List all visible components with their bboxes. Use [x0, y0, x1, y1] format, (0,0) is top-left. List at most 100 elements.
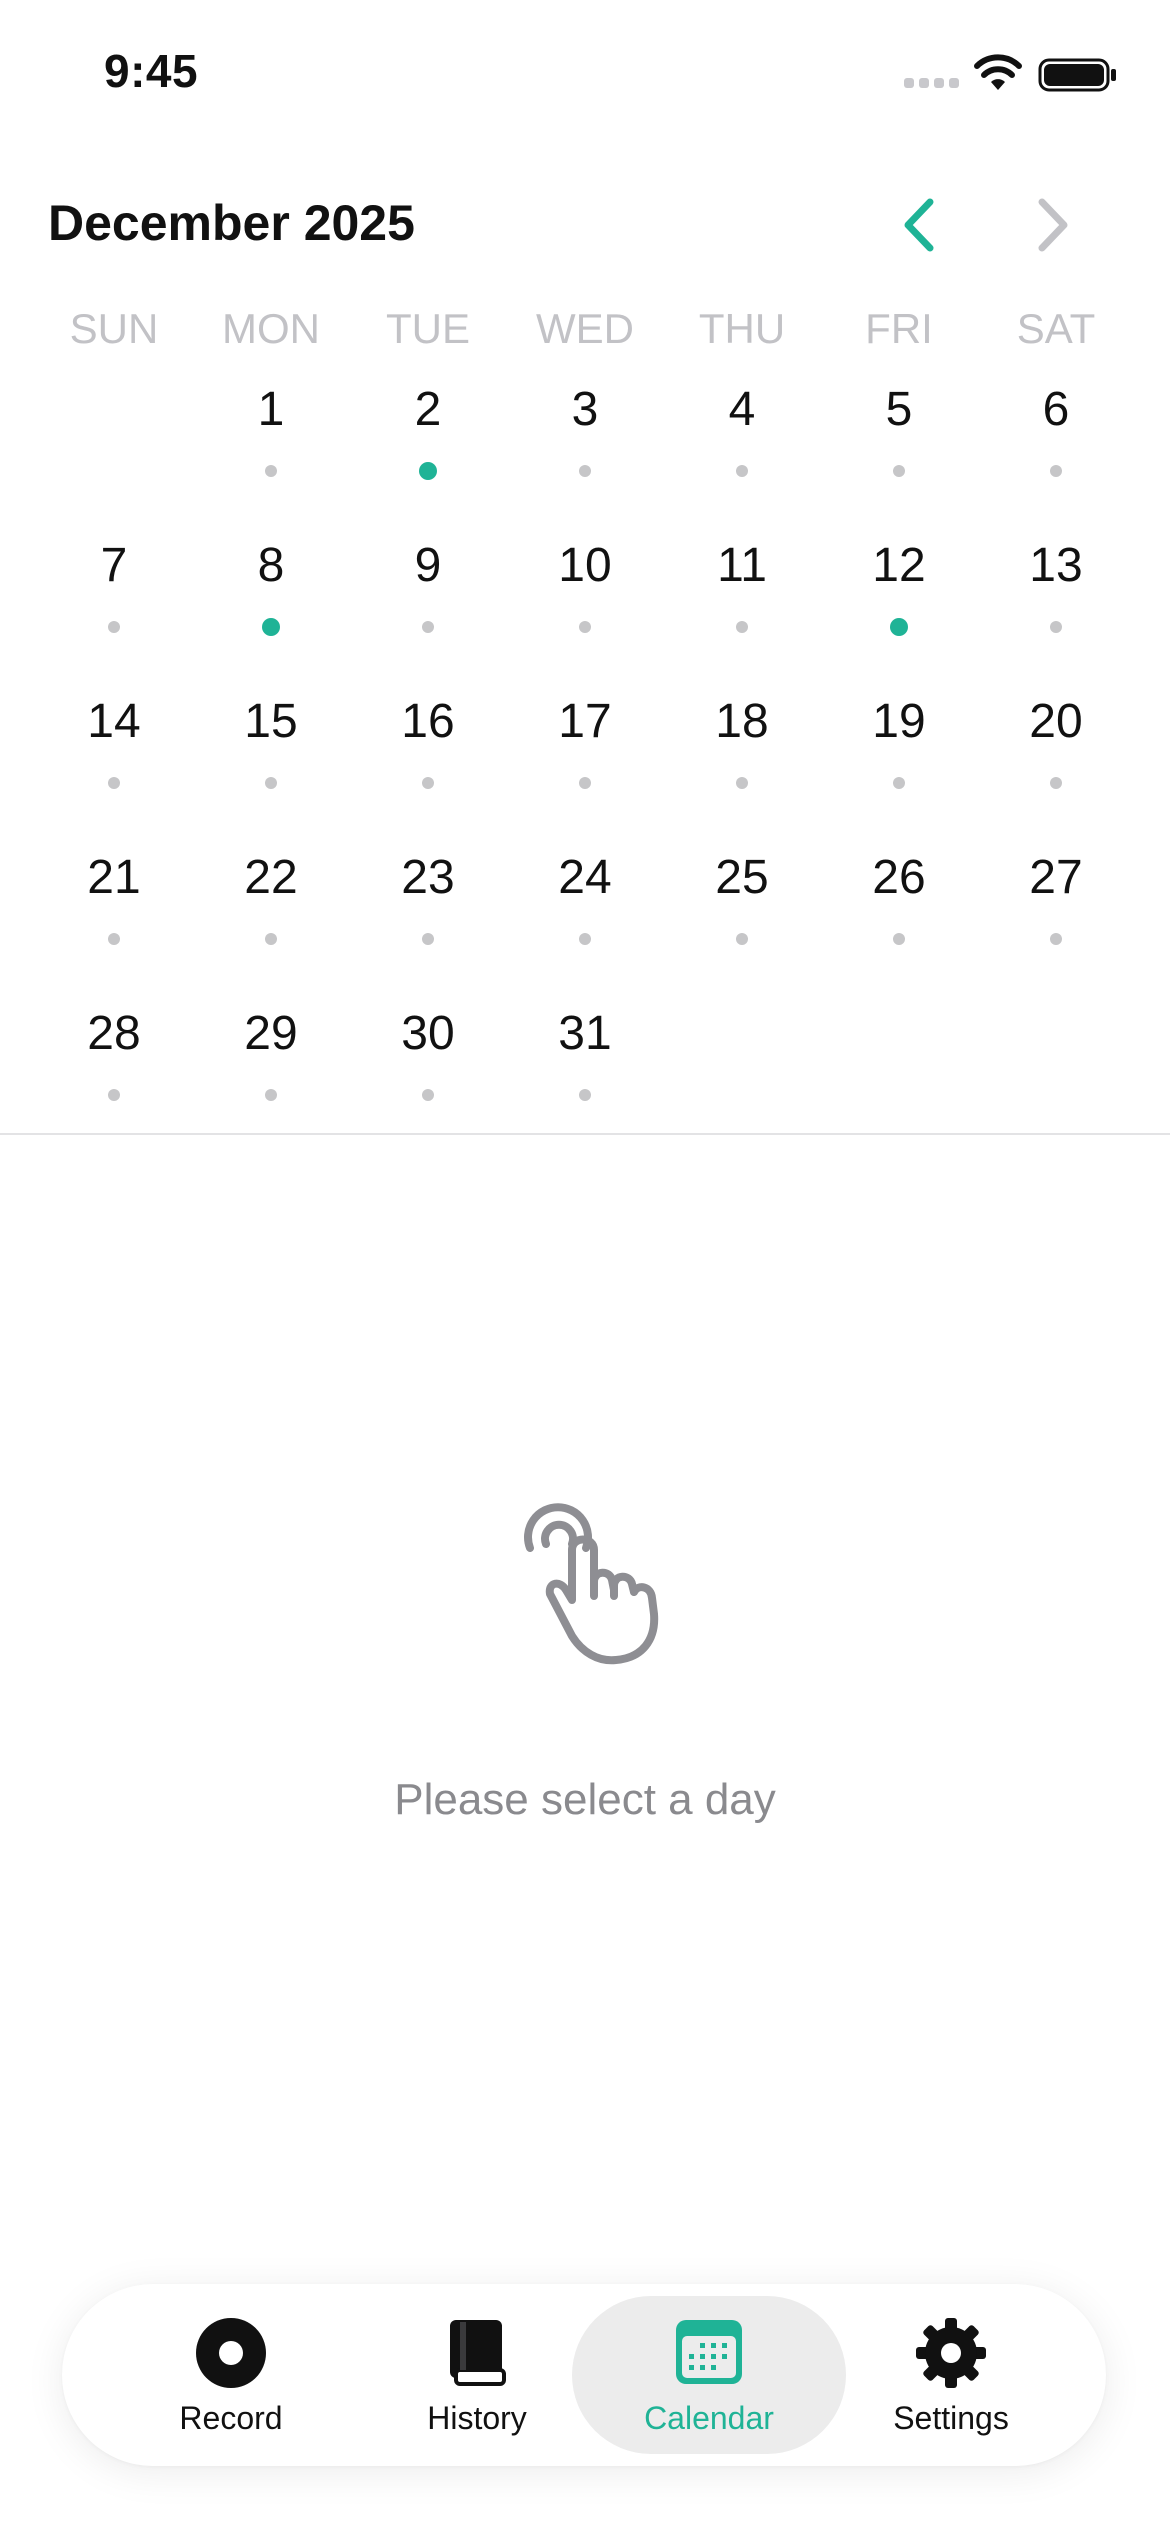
day-number: 17 — [558, 695, 612, 748]
empty-dot — [108, 777, 120, 789]
entry-dot — [419, 462, 437, 480]
day-number: 26 — [872, 851, 926, 904]
day-number: 8 — [257, 539, 285, 592]
day-number: 2 — [414, 383, 442, 436]
empty-dot — [265, 777, 277, 789]
empty-dot — [108, 933, 120, 945]
day-cell[interactable]: 8 — [193, 526, 349, 676]
calendar-divider — [0, 1133, 1170, 1135]
entry-dot — [890, 618, 908, 636]
day-cell[interactable]: 10 — [507, 526, 663, 676]
day-cell[interactable]: 30 — [350, 994, 506, 1144]
empty-dot — [579, 1089, 591, 1101]
entry-dot — [262, 618, 280, 636]
day-number: 18 — [715, 695, 769, 748]
empty-dot — [265, 465, 277, 477]
day-number: 11 — [717, 539, 767, 592]
empty-dot — [736, 933, 748, 945]
empty-dot — [893, 933, 905, 945]
day-number: 15 — [244, 695, 298, 748]
day-cell[interactable]: 7 — [36, 526, 192, 676]
day-cell[interactable]: 5 — [821, 370, 977, 520]
empty-dot — [579, 621, 591, 633]
day-number: 21 — [87, 851, 141, 904]
empty-dot — [1050, 933, 1062, 945]
tab-label: Settings — [893, 2400, 1009, 2436]
day-number: 30 — [401, 1007, 455, 1060]
day-number: 20 — [1029, 695, 1083, 748]
day-cell[interactable]: 23 — [350, 838, 506, 988]
empty-dot — [893, 465, 905, 477]
day-number: 28 — [87, 1007, 141, 1060]
day-cell[interactable]: 14 — [36, 682, 192, 832]
day-number: 22 — [244, 851, 298, 904]
tab-record[interactable]: Record — [94, 2296, 368, 2454]
day-cell[interactable]: 6 — [978, 370, 1134, 520]
day-cell[interactable]: 9 — [350, 526, 506, 676]
empty-dot — [422, 621, 434, 633]
empty-dot — [265, 933, 277, 945]
day-cell[interactable]: 16 — [350, 682, 506, 832]
day-cell[interactable]: 11 — [664, 526, 820, 676]
day-cell[interactable]: 21 — [36, 838, 192, 988]
day-cell[interactable]: 18 — [664, 682, 820, 832]
empty-dot — [422, 1089, 434, 1101]
tab-settings[interactable]: Settings — [814, 2296, 1088, 2454]
empty-dot — [1050, 621, 1062, 633]
day-cell[interactable]: 20 — [978, 682, 1134, 832]
day-cell[interactable]: 15 — [193, 682, 349, 832]
day-number: 10 — [558, 539, 612, 592]
calendar-day-grid: 1 2 3 4 5 6 7 8 9 10 11 12 13 14 15 16 17 18 19 20 21 22 23 24 2… — [0, 0, 1170, 1134]
hand-tap-icon — [524, 1503, 659, 1665]
day-cell[interactable]: 19 — [821, 682, 977, 832]
tab-bar: Record History Calendar Settings — [62, 2284, 1106, 2466]
gear-icon — [916, 2318, 986, 2388]
empty-dot — [579, 465, 591, 477]
empty-dot — [108, 621, 120, 633]
day-cell[interactable]: 13 — [978, 526, 1134, 676]
empty-dot — [579, 933, 591, 945]
day-number: 29 — [244, 1007, 298, 1060]
day-cell[interactable]: 31 — [507, 994, 663, 1144]
day-number: 3 — [571, 383, 599, 436]
day-cell[interactable]: 4 — [664, 370, 820, 520]
empty-dot — [1050, 465, 1062, 477]
day-number: 24 — [558, 851, 612, 904]
day-cell[interactable]: 28 — [36, 994, 192, 1144]
empty-dot — [736, 777, 748, 789]
tab-label: Calendar — [644, 2400, 774, 2436]
empty-dot — [422, 777, 434, 789]
day-number: 7 — [100, 539, 128, 592]
empty-dot — [736, 465, 748, 477]
empty-state-message: Please select a day — [394, 1775, 776, 1824]
day-cell[interactable]: 1 — [193, 370, 349, 520]
day-number: 13 — [1029, 539, 1083, 592]
day-cell[interactable]: 2 — [350, 370, 506, 520]
day-number: 14 — [87, 695, 141, 748]
day-cell[interactable]: 22 — [193, 838, 349, 988]
empty-dot — [736, 621, 748, 633]
tab-label: Record — [179, 2400, 283, 2436]
day-cell[interactable]: 17 — [507, 682, 663, 832]
empty-dot — [108, 1089, 120, 1101]
day-number: 5 — [885, 383, 913, 436]
empty-dot — [265, 1089, 277, 1101]
day-number: 16 — [401, 695, 455, 748]
day-number: 25 — [715, 851, 769, 904]
day-cell[interactable]: 25 — [664, 838, 820, 988]
empty-dot — [422, 933, 434, 945]
day-cell[interactable]: 29 — [193, 994, 349, 1144]
day-number: 1 — [257, 383, 285, 436]
day-number: 31 — [558, 1007, 612, 1060]
empty-dot — [1050, 777, 1062, 789]
day-cell[interactable]: 24 — [507, 838, 663, 988]
record-icon — [196, 2318, 266, 2388]
day-cell[interactable]: 26 — [821, 838, 977, 988]
day-number: 23 — [401, 851, 455, 904]
day-cell[interactable]: 12 — [821, 526, 977, 676]
day-cell[interactable]: 27 — [978, 838, 1134, 988]
day-cell[interactable]: 3 — [507, 370, 663, 520]
empty-dot — [579, 777, 591, 789]
day-number: 6 — [1042, 383, 1070, 436]
tab-calendar[interactable]: Calendar — [572, 2296, 846, 2454]
